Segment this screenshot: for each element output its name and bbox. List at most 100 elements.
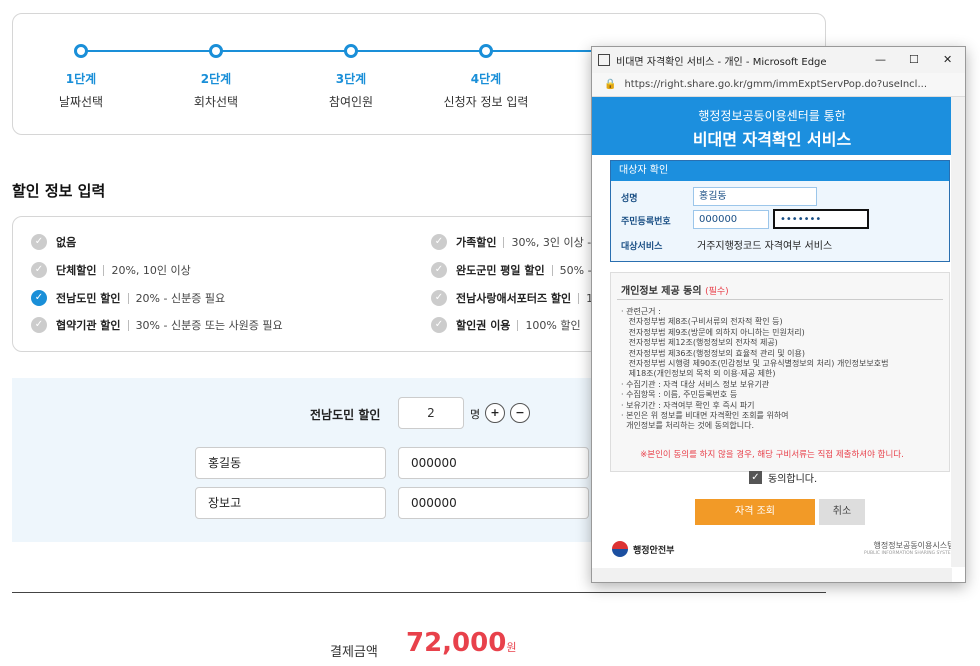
check-icon: ✓: [31, 290, 47, 306]
cancel-button[interactable]: 취소: [819, 499, 865, 525]
service-banner: 행정정보공동이용센터를 통한 비대면 자격확인 서비스: [592, 97, 952, 155]
step-label: 날짜선택: [58, 95, 104, 109]
maximize-button[interactable]: ☐: [909, 53, 919, 66]
consent-text: · 관련근거 : 전자정부법 제8조(구비서류의 전자적 확인 등) 전자정부법…: [621, 307, 889, 431]
name-input-1[interactable]: 홍길동: [195, 447, 386, 479]
discount-option-family[interactable]: ✓ 가족할인 30%, 3인 이상 - 7: [431, 233, 602, 251]
step-dot-icon: [344, 44, 358, 58]
name-label: 성명: [621, 194, 638, 204]
consent-panel: 개인정보 제공 동의 (필수) · 관련근거 : 전자정부법 제8조(구비서류의…: [610, 272, 950, 472]
system-name: 행정정보공동이용시스템: [873, 541, 955, 550]
divider: [517, 319, 519, 331]
id-input-1[interactable]: 000000: [398, 447, 589, 479]
divider: [551, 264, 553, 276]
step-dot-icon: [479, 44, 493, 58]
rrn-label: 주민등록번호: [621, 217, 671, 227]
step-number: 1단계: [65, 72, 97, 86]
verification-popup-window: 비대면 자격확인 서비스 - 개인 - Microsoft Edge — ☐ ✕…: [591, 46, 966, 583]
window-icon: [598, 54, 610, 66]
agree-label: 동의합니다.: [768, 474, 818, 485]
check-icon: ✓: [431, 290, 447, 306]
discount-option-coupon[interactable]: ✓ 할인권 이용 100% 할인: [431, 316, 581, 334]
name-input-2[interactable]: 장보고: [195, 487, 386, 519]
option-name: 단체할인: [56, 264, 97, 277]
payment-amount-value: 72,000: [406, 628, 507, 658]
option-desc: 20% - 신분증 필요: [135, 292, 226, 305]
option-desc: 100% 할인: [525, 319, 581, 332]
step-dot-icon: [74, 44, 88, 58]
payment-label: 결제금액: [330, 645, 378, 660]
subject-card: 대상자 확인 성명 홍길동 주민등록번호 000000 ••••••• 대상서비…: [610, 160, 950, 262]
popup-content: 대상자 확인 성명 홍길동 주민등록번호 000000 ••••••• 대상서비…: [610, 160, 950, 472]
required-badge: (필수): [705, 287, 729, 297]
option-name: 완도군민 평일 할인: [456, 264, 545, 277]
option-desc: 30%, 3인 이상 - 7: [511, 236, 602, 249]
ministry-logo: 행정안전부: [612, 541, 674, 557]
banner-title: 비대면 자격확인 서비스: [692, 130, 852, 149]
ministry-name: 행정안전부: [633, 545, 675, 556]
option-name: 가족할인: [456, 236, 497, 249]
option-desc: 20%, 10인 이상: [111, 264, 191, 277]
option-name: 없음: [56, 236, 77, 249]
rrn-front-field[interactable]: 000000: [693, 210, 769, 229]
id-input-2[interactable]: 000000: [398, 487, 589, 519]
consent-title-text: 개인정보 제공 동의: [621, 286, 702, 297]
card-body: 성명 홍길동 주민등록번호 000000 ••••••• 대상서비스 거주지행정…: [611, 181, 949, 261]
system-name-en: PUBLIC INFORMATION SHARING SYSTEM: [864, 551, 955, 556]
step-label: 참여인원: [328, 95, 374, 109]
check-icon: ✓: [31, 234, 47, 250]
name-field[interactable]: 홍길동: [693, 187, 817, 206]
divider: [127, 319, 129, 331]
section-title: 할인 정보 입력: [12, 182, 106, 200]
check-icon: ✓: [31, 317, 47, 333]
quantity-input[interactable]: 2: [398, 397, 464, 429]
divider: [578, 292, 580, 304]
step-3: 3단계 참여인원: [296, 42, 406, 110]
rrn-back-field[interactable]: •••••••: [773, 209, 869, 229]
vertical-scrollbar[interactable]: [951, 97, 965, 567]
service-label: 대상서비스: [621, 242, 663, 252]
lock-icon: 🔒: [604, 79, 617, 90]
address-bar[interactable]: 🔒 https://right.share.go.kr/gmm/immExptS…: [592, 73, 965, 97]
close-button[interactable]: ✕: [943, 53, 952, 66]
taegeuk-icon: [612, 541, 628, 557]
currency-unit: 원: [506, 641, 517, 654]
check-icon: ✓: [431, 262, 447, 278]
card-title: 대상자 확인: [611, 161, 949, 181]
discount-option-none[interactable]: ✓ 없음: [31, 233, 76, 251]
discount-option-partner[interactable]: ✓ 협약기관 할인 30% - 신분증 또는 사원증 필요: [31, 316, 283, 334]
minimize-button[interactable]: —: [875, 53, 886, 66]
step-1: 1단계 날짜선택: [26, 42, 136, 110]
banner-subtitle: 행정정보공동이용센터를 통한: [698, 109, 846, 123]
quantity-unit: 명: [470, 408, 481, 421]
discount-option-wando[interactable]: ✓ 완도군민 평일 할인 50% - 4: [431, 261, 602, 279]
check-icon: ✓: [431, 234, 447, 250]
service-value: 거주지행정코드 자격여부 서비스: [697, 241, 833, 252]
check-icon: ✓: [431, 317, 447, 333]
divider: [103, 264, 105, 276]
option-name: 전남사랑애서포터즈 할인: [456, 292, 572, 305]
decrease-button[interactable]: −: [510, 403, 530, 423]
step-dot-icon: [209, 44, 223, 58]
system-logo: 행정정보공동이용시스템 PUBLIC INFORMATION SHARING S…: [864, 540, 954, 556]
discount-option-supporters[interactable]: ✓ 전남사랑애서포터즈 할인 10: [431, 289, 600, 307]
divider: [127, 292, 129, 304]
increase-button[interactable]: +: [485, 403, 505, 423]
url-text: https://right.share.go.kr/gmm/immExptSer…: [624, 79, 927, 90]
step-number: 3단계: [335, 72, 367, 86]
step-number: 4단계: [470, 72, 502, 86]
horizontal-scrollbar[interactable]: [592, 568, 952, 582]
check-icon: ✓: [31, 262, 47, 278]
divider: [617, 299, 943, 300]
discount-option-group[interactable]: ✓ 단체할인 20%, 10인 이상: [31, 261, 191, 279]
payment-amount: 72,000원: [406, 628, 516, 658]
agree-checkbox[interactable]: ✓ 동의합니다.: [749, 470, 817, 485]
discount-option-jeonnam-resident[interactable]: ✓ 전남도민 할인 20% - 신분증 필요: [31, 289, 225, 307]
step-2: 2단계 회차선택: [161, 42, 271, 110]
step-label: 신청자 정보 입력: [443, 95, 529, 109]
option-name: 전남도민 할인: [56, 292, 121, 305]
verify-button[interactable]: 자격 조회: [695, 499, 815, 525]
step-4: 4단계 신청자 정보 입력: [431, 42, 541, 110]
option-name: 할인권 이용: [456, 319, 511, 332]
step-number: 2단계: [200, 72, 232, 86]
